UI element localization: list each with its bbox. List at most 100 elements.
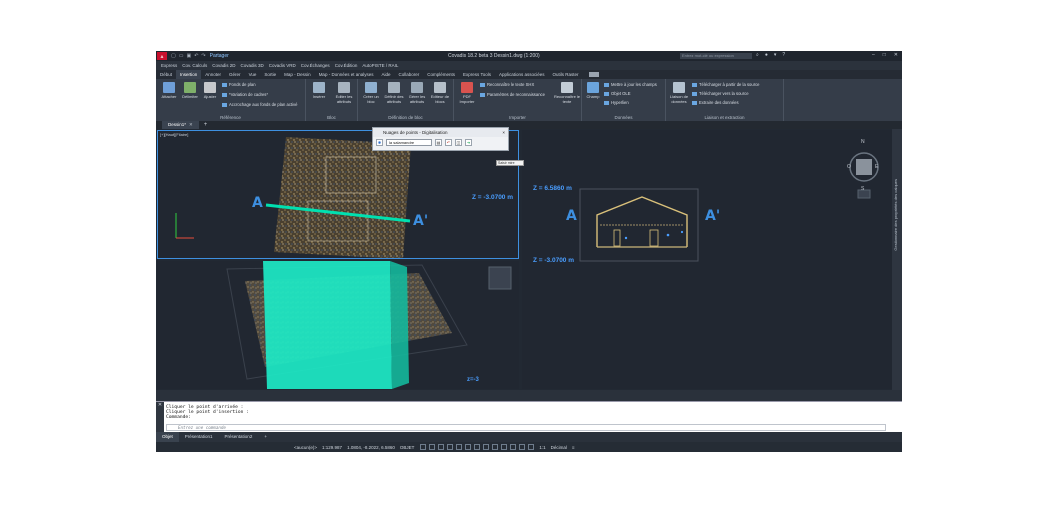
close-icon[interactable]: × bbox=[502, 128, 505, 137]
tab-presentation2[interactable]: Présentation2 bbox=[219, 432, 259, 442]
attach-button[interactable]: Attacher bbox=[159, 82, 179, 99]
tab-map-dessin[interactable]: Map - Dessin bbox=[280, 70, 315, 79]
help-icon[interactable]: ? bbox=[782, 52, 785, 58]
create-block-button[interactable]: Créer un bloc bbox=[360, 82, 382, 104]
lineweight-icon[interactable] bbox=[474, 444, 481, 450]
close-icon[interactable]: ✕ bbox=[894, 52, 898, 58]
command-close-icon[interactable]: ✕ bbox=[156, 402, 164, 433]
scale-readout[interactable]: 1:129.987 bbox=[322, 445, 342, 450]
update-fields-button[interactable]: Mettre à jour les champs bbox=[604, 82, 657, 87]
tab-presentation1[interactable]: Présentation1 bbox=[179, 432, 219, 442]
tab-debut[interactable]: Début bbox=[156, 70, 176, 79]
splitter[interactable] bbox=[156, 390, 902, 401]
tab-applications[interactable]: Applications associées bbox=[495, 70, 549, 79]
search-icon[interactable]: ⌕ bbox=[756, 52, 759, 58]
frame-variation-dropdown[interactable]: *Variation de cadres* bbox=[222, 92, 268, 97]
mode-button[interactable]: ✱ bbox=[376, 139, 383, 146]
selection-cycling-icon[interactable] bbox=[492, 444, 499, 450]
search-input[interactable]: Entrez mot-clé ou expression bbox=[680, 53, 752, 59]
otrack-icon[interactable] bbox=[465, 444, 472, 450]
user-icon[interactable]: ● bbox=[765, 52, 768, 58]
data-link-button[interactable]: Liaison de données bbox=[668, 82, 690, 104]
menu-item[interactable]: Cov. Calculs bbox=[182, 63, 207, 68]
clip-button[interactable]: Délimiter bbox=[180, 82, 200, 99]
ribbon-toggle-icon[interactable] bbox=[588, 72, 599, 77]
tab-annoter[interactable]: Annoter bbox=[201, 70, 225, 79]
3d-osnap-icon[interactable] bbox=[501, 444, 508, 450]
annotation-scale[interactable]: 1:1 bbox=[539, 445, 545, 450]
menu-item[interactable]: Covadis 3D bbox=[240, 63, 263, 68]
new-tab-icon[interactable]: + bbox=[204, 122, 208, 128]
tab-gerer[interactable]: Gérer bbox=[225, 70, 245, 79]
digitalisation-toolbar[interactable]: Nuages de points - Digitalisation × ✱ la… bbox=[372, 127, 509, 151]
save-icon[interactable]: ▣ bbox=[186, 53, 191, 59]
layer-select[interactable]: la salamandre bbox=[386, 139, 432, 146]
maximize-icon[interactable]: □ bbox=[883, 52, 886, 58]
minimize-icon[interactable]: – bbox=[872, 52, 875, 58]
osnap-icon[interactable] bbox=[456, 444, 463, 450]
aucun-dropdown[interactable]: <aucun(e)> bbox=[294, 445, 317, 450]
tab-express-tools[interactable]: Express Tools bbox=[459, 70, 495, 79]
field-button[interactable]: Champ bbox=[584, 82, 602, 99]
viewport-section[interactable]: N S E O A A' Z = 6.5860 m Z = -3.0700 m bbox=[522, 130, 892, 389]
tab-aide[interactable]: Aide bbox=[377, 70, 394, 79]
redo-icon[interactable]: ↷ bbox=[201, 53, 205, 59]
polar-icon[interactable] bbox=[447, 444, 454, 450]
recognition-settings-button[interactable]: Paramètres de reconnaissance bbox=[480, 92, 545, 97]
viewcube-top-icon[interactable] bbox=[856, 159, 872, 175]
undo-icon[interactable]: ↶ bbox=[194, 53, 198, 59]
menu-item[interactable]: Express bbox=[161, 63, 177, 68]
close-tab-icon[interactable]: ✕ bbox=[189, 122, 193, 127]
tab-sortie[interactable]: Sortie bbox=[260, 70, 280, 79]
tab-insertion[interactable]: Insertion bbox=[176, 70, 202, 79]
section-plane[interactable] bbox=[263, 261, 392, 389]
snap-icon[interactable] bbox=[429, 444, 436, 450]
command-input[interactable]: Entrez une commande bbox=[166, 424, 886, 431]
adjust-button[interactable]: Ajuster bbox=[200, 82, 220, 99]
menu-item[interactable]: Cov.Échanges bbox=[301, 63, 330, 68]
grid-icon[interactable] bbox=[420, 444, 427, 450]
dynamic-ucs-icon[interactable] bbox=[510, 444, 517, 450]
object-mode[interactable]: OBJET bbox=[400, 445, 415, 450]
menu-item[interactable]: Covadis VRD bbox=[269, 63, 296, 68]
tab-outils-raster[interactable]: Outils Raster bbox=[548, 70, 582, 79]
edit-attributes-button[interactable]: Editer les attributs bbox=[332, 82, 356, 104]
app-logo[interactable]: A bbox=[157, 52, 167, 60]
units-dropdown[interactable]: Décimal bbox=[551, 445, 567, 450]
open-folder-icon[interactable]: ▭ bbox=[179, 53, 184, 59]
cart-icon[interactable]: ▾ bbox=[774, 52, 777, 58]
gizmo-icon[interactable] bbox=[519, 444, 526, 450]
viewport-3d[interactable]: z=-3 bbox=[157, 261, 519, 389]
tab-collaborer[interactable]: Collaborer bbox=[394, 70, 423, 79]
share-button[interactable]: Partager bbox=[210, 53, 229, 59]
tab-vue[interactable]: Vue bbox=[245, 70, 261, 79]
recognize-text-button[interactable]: Reconnaître le texte bbox=[554, 82, 580, 104]
define-attributes-button[interactable]: Définir des attributs bbox=[383, 82, 405, 104]
tab-complements[interactable]: Compléments bbox=[423, 70, 459, 79]
arrow-icon[interactable]: ➜ bbox=[465, 139, 472, 146]
add-layout-icon[interactable]: + bbox=[258, 432, 273, 442]
layer-tools-icon[interactable]: ▤ bbox=[435, 139, 442, 146]
document-tab[interactable]: Dessin1* ✕ bbox=[162, 121, 199, 129]
new-file-icon[interactable]: ▢ bbox=[171, 53, 176, 59]
download-from-source-button[interactable]: Télécharger à partir de la source bbox=[692, 82, 760, 87]
transparency-icon[interactable] bbox=[483, 444, 490, 450]
tab-map-donnees[interactable]: Map - Données et analyses bbox=[315, 70, 378, 79]
tab-objet[interactable]: Objet bbox=[156, 432, 179, 442]
menu-item[interactable]: Covadis 2D bbox=[212, 63, 235, 68]
snap-icon[interactable]: ◫ bbox=[455, 139, 462, 146]
hyperlink-button[interactable]: Hyperlien bbox=[604, 100, 629, 105]
annotation-icon[interactable] bbox=[528, 444, 535, 450]
underlay-layers-button[interactable]: Fonds de plan bbox=[222, 82, 256, 87]
pdf-import-button[interactable]: PDF Importer bbox=[456, 82, 478, 104]
upload-to-source-button[interactable]: Télécharger vers la source bbox=[692, 91, 749, 96]
block-editor-button[interactable]: Editeur de blocs bbox=[429, 82, 451, 104]
drawing-area[interactable]: [+][Haut][Filaire] A A' Z = -3.0700 m z=… bbox=[156, 129, 892, 390]
menu-item[interactable]: AutoPISTE / RAIL bbox=[362, 63, 398, 68]
insert-button[interactable]: Insérer bbox=[308, 82, 330, 99]
menu-item[interactable]: Cov.Édition bbox=[335, 63, 358, 68]
manage-attributes-button[interactable]: Gérer les attributs bbox=[406, 82, 428, 104]
ole-object-button[interactable]: Objet OLE bbox=[604, 91, 631, 96]
extract-data-button[interactable]: Extraire des données bbox=[692, 100, 739, 105]
viewcube-icon[interactable] bbox=[488, 266, 512, 290]
